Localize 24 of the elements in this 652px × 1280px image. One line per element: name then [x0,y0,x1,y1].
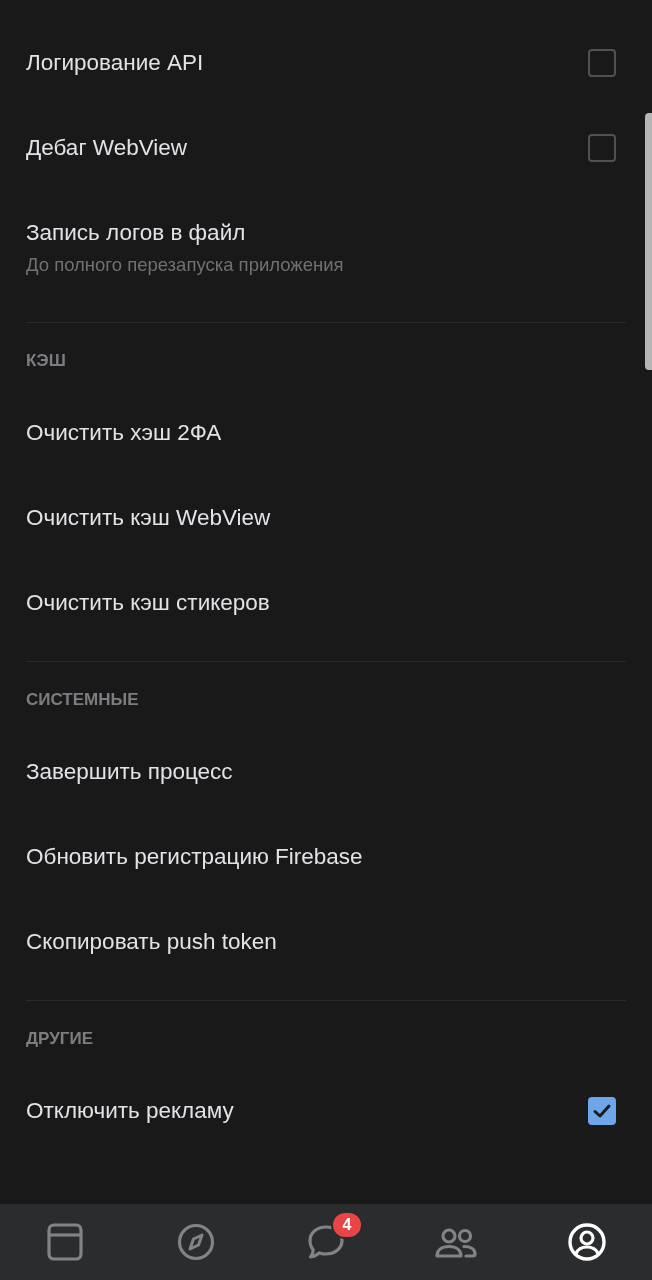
setting-title[interactable]: Логирование API [26,48,204,77]
checkbox[interactable] [588,133,616,162]
section-header: КЭШ [25,350,67,372]
check-icon [592,1102,612,1119]
setting-title[interactable]: Завершить процесс [26,757,233,786]
setting-title[interactable]: Очистить кэш WebView [26,503,271,532]
checkbox[interactable] [588,48,616,77]
window-icon [47,1223,84,1261]
setting-title[interactable]: Дебаг WebView [26,133,188,162]
user-circle-icon [567,1223,606,1261]
notification-badge: 4 [331,1211,363,1239]
setting-title[interactable]: Запись логов в файл [26,219,246,247]
setting-title[interactable]: Обновить регистрацию Firebase [26,842,363,871]
checkbox[interactable] [588,1096,616,1125]
compass-icon [176,1223,215,1261]
section-header: СИСТЕМНЫЕ [25,689,140,711]
setting-title[interactable]: Очистить кэш стикеров [26,588,270,617]
setting-title[interactable]: Отключить рекламу [26,1096,234,1125]
section-header: ДРУГИЕ [25,1028,94,1050]
people-icon [435,1226,478,1258]
setting-title[interactable]: Скопировать push token [26,927,277,956]
nav-tab[interactable]: 4 [260,1204,392,1280]
setting-title[interactable]: Очистить хэш 2ФА [26,418,222,447]
setting-subtitle: До полного перезапуска приложения [26,253,344,277]
